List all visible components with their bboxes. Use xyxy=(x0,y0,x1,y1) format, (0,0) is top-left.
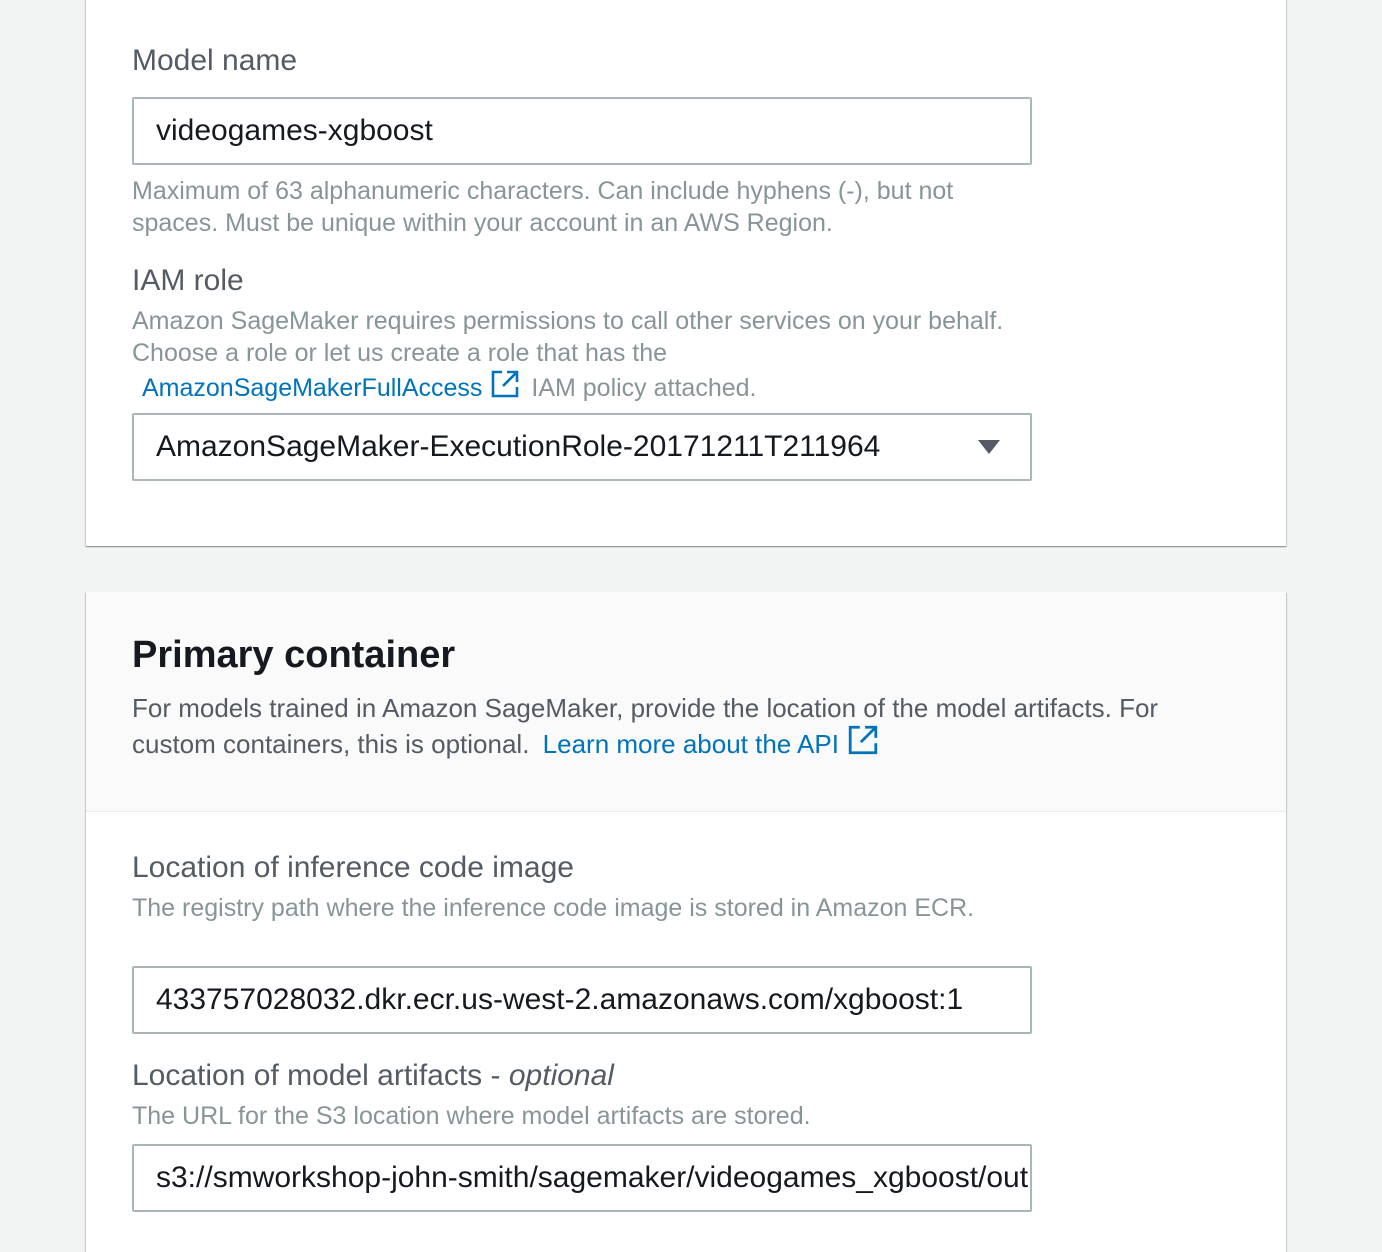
iam-role-hint-suffix: IAM policy attached. xyxy=(531,374,757,402)
section-title: Primary container xyxy=(132,634,456,676)
model-artifacts-label-text: Location of model artifacts - xyxy=(132,1059,509,1092)
primary-container-header: Primary container For models trained in … xyxy=(86,592,1286,812)
iam-role-selected-value: AmazonSageMaker-ExecutionRole-20171211T2… xyxy=(156,430,881,463)
sagemaker-full-access-link[interactable]: AmazonSageMakerFullAccess xyxy=(142,370,524,402)
model-name-value: videogames-xgboost xyxy=(156,114,433,147)
model-settings-panel: Model name videogames-xgboost Maximum of… xyxy=(86,0,1286,546)
model-name-hint: Maximum of 63 alphanumeric characters. C… xyxy=(132,177,954,237)
inference-image-value: 433757028032.dkr.ecr.us-west-2.amazonaws… xyxy=(156,983,964,1016)
section-description: For models trained in Amazon SageMaker, … xyxy=(132,692,1242,760)
model-artifacts-input[interactable]: s3://smworkshop-john-smith/sagemaker/vid… xyxy=(132,1144,1032,1212)
iam-role-hint-prefix: Amazon SageMaker requires permissions to… xyxy=(132,307,1004,367)
external-link-icon xyxy=(848,725,878,755)
model-artifacts-label: Location of model artifacts - optional xyxy=(132,1058,614,1094)
model-name-label: Model name xyxy=(132,44,298,77)
model-artifacts-hint: The URL for the S3 location where model … xyxy=(132,1102,811,1130)
iam-role-select[interactable]: AmazonSageMaker-ExecutionRole-20171211T2… xyxy=(132,413,1032,481)
sagemaker-full-access-link-text: AmazonSageMakerFullAccess xyxy=(142,374,483,402)
learn-more-api-link[interactable]: Learn more about the API xyxy=(542,725,883,759)
model-name-input[interactable]: videogames-xgboost xyxy=(132,97,1032,165)
primary-container-panel: Primary container For models trained in … xyxy=(86,592,1286,1252)
inference-image-hint: The registry path where the inference co… xyxy=(132,894,975,922)
caret-down-icon xyxy=(978,440,1000,454)
model-artifacts-value: s3://smworkshop-john-smith/sagemaker/vid… xyxy=(156,1161,1030,1194)
learn-more-api-link-text: Learn more about the API xyxy=(542,729,839,759)
inference-image-input[interactable]: 433757028032.dkr.ecr.us-west-2.amazonaws… xyxy=(132,966,1032,1034)
optional-tag: optional xyxy=(508,1059,614,1092)
inference-image-label: Location of inference code image xyxy=(132,851,574,884)
external-link-icon xyxy=(492,370,519,398)
iam-role-hint: Amazon SageMaker requires permissions to… xyxy=(132,305,1012,404)
iam-role-label: IAM role xyxy=(132,264,244,297)
